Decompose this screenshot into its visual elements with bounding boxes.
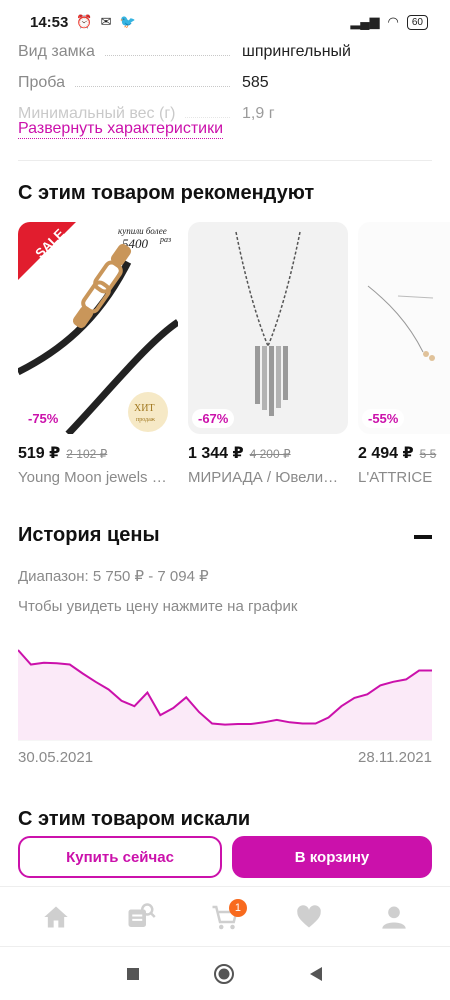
spec-dots [75, 86, 230, 87]
spec-row: Минимальный вес (г) 1,9 г [18, 92, 432, 123]
price: 2 494 ₽ [358, 445, 414, 462]
buy-now-button[interactable]: Купить сейчас [18, 836, 222, 878]
system-nav-bar [0, 946, 450, 1000]
thin-necklace-image [367, 285, 435, 361]
bottom-tab-bar: 1 [0, 886, 450, 946]
recents-square-icon[interactable] [126, 967, 140, 981]
add-to-cart-button[interactable]: В корзину [232, 836, 432, 878]
price-row: 1 344 ₽ 4 200 ₽ [188, 443, 348, 463]
product-card[interactable]: SALE купили более 5400 раз ХИТ продаж -7… [18, 222, 178, 492]
spec-dots [104, 55, 230, 56]
chart-date-end: 28.11.2021 [358, 749, 432, 766]
product-brand[interactable]: Young Moon jewels … [18, 469, 178, 486]
spec-value: 1,9 г [242, 105, 275, 122]
old-price: 5 5 [419, 447, 437, 461]
recommend-title: С этим товаром рекомендуют [18, 182, 315, 204]
product-image[interactable]: SALE купили более 5400 раз ХИТ продаж -7… [18, 222, 178, 434]
discount-badge: -75% [22, 409, 65, 428]
price-row: 2 494 ₽ 5 5 [358, 443, 450, 463]
home-icon [44, 906, 68, 927]
hit-sub: продаж [136, 417, 156, 423]
spec-name: Вид замка [18, 43, 95, 60]
hit-badge: ХИТ [134, 403, 155, 414]
old-price: 4 200 ₽ [249, 447, 291, 461]
tab-favorites[interactable] [289, 897, 329, 937]
specs-list: Вид замка шпрингельный Проба 585 Минимал… [18, 30, 432, 123]
chart-date-start: 30.05.2021 [18, 749, 94, 766]
price-history-title[interactable]: История цены [18, 524, 160, 547]
spec-row: Проба 585 [18, 61, 432, 92]
price: 1 344 ₽ [188, 445, 244, 462]
tab-cart[interactable]: 1 [205, 897, 247, 937]
chain-bracelet-image: SALE купили более 5400 раз ХИТ продаж [18, 222, 178, 434]
expand-specs-link[interactable]: Развернуть характеристики [18, 120, 224, 139]
divider [18, 160, 432, 161]
chart-hint: Чтобы увидеть цену нажмите на график [18, 598, 298, 615]
heart-icon [297, 904, 322, 927]
pendant-necklace-image [235, 231, 301, 416]
bought-unit: раз [159, 235, 171, 244]
price-history-chart[interactable] [18, 630, 432, 745]
cart-count-badge: 1 [228, 898, 247, 917]
battery-icon: 60 [406, 14, 428, 30]
product-card[interactable]: -55% 2 494 ₽ 5 5 L'ATTRICE [358, 222, 450, 492]
product-card[interactable]: -67% 1 344 ₽ 4 200 ₽ МИРИАДА / Ювели… [188, 222, 348, 492]
status-time: 14:53 [30, 13, 69, 31]
price-area [18, 650, 432, 740]
discount-badge: -55% [362, 409, 405, 428]
bird-icon: 🐦 [119, 14, 136, 29]
home-circle-icon[interactable] [213, 963, 235, 985]
tab-home[interactable] [36, 897, 76, 937]
spec-value: 585 [242, 74, 269, 91]
back-triangle-icon[interactable] [308, 966, 324, 982]
product-image[interactable]: -67% [188, 222, 348, 434]
discount-badge: -67% [192, 409, 235, 428]
old-price: 2 102 ₽ [66, 447, 108, 461]
recommend-carousel[interactable]: SALE купили более 5400 раз ХИТ продаж -7… [18, 222, 450, 492]
alarm-icon: ⏰ [76, 14, 93, 29]
spec-dots [185, 117, 230, 118]
price-row: 519 ₽ 2 102 ₽ [18, 443, 178, 463]
price-range: Диапазон: 5 750 ₽ - 7 094 ₽ [18, 568, 209, 585]
signal-icon: ▂▄▆ [350, 14, 380, 29]
price: 519 ₽ [18, 445, 61, 462]
catalog-search-icon [128, 902, 156, 927]
spec-row: Вид замка шпрингельный [18, 30, 432, 61]
action-bar: Купить сейчас В корзину [18, 836, 432, 878]
spec-name: Проба [18, 74, 65, 91]
product-brand[interactable]: МИРИАДА / Ювели… [188, 469, 348, 486]
collapse-minus-icon[interactable] [414, 535, 432, 539]
mail-icon: ✉ [100, 14, 112, 29]
wifi-icon: ◠ [387, 14, 399, 29]
product-brand[interactable]: L'ATTRICE [358, 469, 450, 486]
spec-value: шпрингельный [242, 43, 351, 60]
also-searched-title: С этим товаром искали [18, 808, 251, 830]
tab-profile[interactable] [374, 897, 414, 937]
profile-icon [382, 906, 406, 929]
tab-catalog[interactable] [121, 897, 161, 937]
product-image[interactable]: -55% [358, 222, 450, 434]
